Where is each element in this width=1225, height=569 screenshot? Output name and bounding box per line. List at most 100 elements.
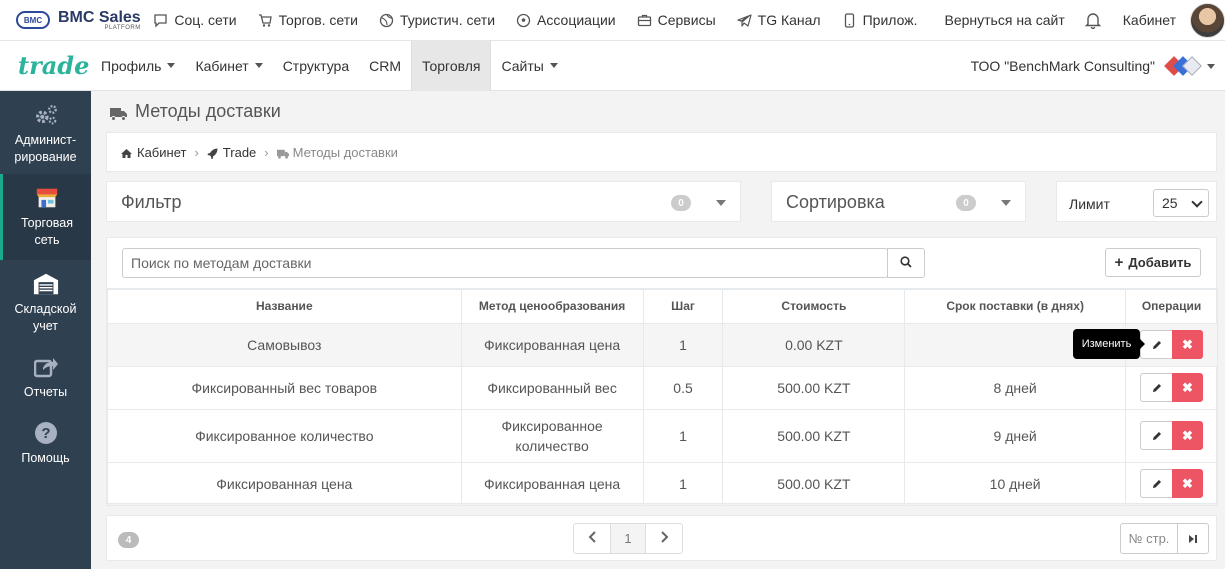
delete-button[interactable]: ✖ (1172, 469, 1203, 498)
sidebar-item-warehouse[interactable]: Складской учет (0, 265, 91, 341)
cabinet-link[interactable]: Кабинет (1123, 12, 1176, 28)
svg-text:?: ? (41, 425, 50, 442)
nav-cabinet[interactable]: Кабинет (185, 41, 272, 91)
avatar[interactable] (1190, 2, 1225, 38)
delivery-methods-table: Название Метод ценообразования Шаг Стоим… (107, 288, 1218, 506)
nav-profile[interactable]: Профиль (91, 41, 185, 91)
sidebar-item-label: Админист- рирование (14, 133, 77, 164)
page-number-button[interactable]: 1 (610, 523, 646, 554)
edit-tooltip: Изменить (1073, 329, 1145, 359)
filter-panel[interactable]: Фильтр 0 (106, 181, 741, 222)
add-button[interactable]: + Добавить (1105, 248, 1201, 277)
sidebar-item-help[interactable]: ? Помощь (0, 413, 91, 473)
sort-count-badge: 0 (956, 195, 976, 211)
sidebar-item-trade[interactable]: Торговая сеть (0, 174, 91, 260)
nav-label: CRM (369, 57, 401, 74)
limit-panel: Лимит 25 (1056, 181, 1217, 222)
cell-name: Фиксированное количество (107, 408, 462, 463)
col-header-cost[interactable]: Стоимость (722, 288, 906, 324)
back-to-site-link[interactable]: Вернуться на сайт (945, 12, 1065, 28)
sidebar-item-label: Торговая сеть (20, 216, 74, 247)
top-nav: Соц. сети Торгов. сети Туристич. сети Ас… (153, 12, 938, 28)
brand-logo[interactable]: trade (0, 51, 91, 80)
pagination-panel: 4 1 № стр. (106, 515, 1217, 561)
home-icon (121, 147, 132, 158)
topnav-social[interactable]: Соц. сети (153, 12, 237, 28)
delete-button[interactable]: ✖ (1172, 373, 1203, 402)
chevron-right-icon (660, 531, 669, 546)
topnav-associations[interactable]: Ассоциации (516, 12, 616, 28)
cell-step: 0.5 (642, 365, 724, 410)
cell-name: Фиксированная цена (107, 461, 462, 506)
sidebar-item-admin[interactable]: Админист- рирование (0, 99, 91, 169)
caret-down-icon (549, 63, 558, 68)
pencil-icon (1152, 428, 1162, 444)
topnav-telegram[interactable]: TG Канал (737, 12, 821, 28)
close-icon: ✖ (1182, 379, 1193, 395)
nav-trade[interactable]: Торговля (411, 40, 492, 91)
topnav-services[interactable]: Сервисы (637, 12, 716, 28)
col-header-method[interactable]: Метод ценообразования (460, 288, 644, 324)
limit-select[interactable]: 25 (1153, 189, 1209, 217)
table-row[interactable]: Фиксированный вес товаров Фиксированный … (107, 365, 1218, 410)
bell-icon[interactable] (1084, 11, 1101, 30)
prev-page-button[interactable] (573, 523, 611, 554)
sort-panel[interactable]: Сортировка 0 (771, 181, 1026, 222)
topnav-label: Торгов. сети (278, 12, 358, 28)
close-icon: ✖ (1182, 475, 1193, 491)
search-input[interactable]: Поиск по методам доставки (122, 248, 888, 278)
search-button[interactable] (887, 248, 925, 278)
chat-icon (153, 13, 168, 28)
cell-operations: ✖ (1125, 461, 1218, 506)
nav-sites[interactable]: Сайты (491, 41, 567, 91)
table-row[interactable]: Фиксированная цена Фиксированная цена 1 … (107, 461, 1218, 506)
page-number-input[interactable]: № стр. (1120, 523, 1178, 554)
truck-icon (110, 105, 127, 121)
warehouse-icon (33, 271, 59, 297)
topnav-apps[interactable]: Прилож. (842, 12, 918, 28)
edit-button[interactable] (1140, 469, 1173, 498)
sidebar-item-label: Помощь (21, 450, 70, 465)
caret-down-icon[interactable] (1001, 200, 1011, 206)
caret-down-icon[interactable] (716, 200, 726, 206)
sidebar-item-reports[interactable]: Отчеты (0, 347, 91, 407)
col-header-name[interactable]: Название (107, 288, 462, 324)
go-to-page-button[interactable] (1177, 523, 1209, 554)
logo-name: BMC Sales (58, 8, 141, 26)
caret-down-icon (167, 63, 176, 68)
search-placeholder: Поиск по методам доставки (131, 255, 312, 271)
cell-days: 8 дней (904, 365, 1127, 410)
page-title-text: Методы доставки (135, 101, 281, 121)
company-logo-icon (1164, 55, 1202, 77)
close-icon: ✖ (1182, 336, 1193, 352)
cell-cost: 0.00 KZT (722, 322, 906, 367)
edit-button[interactable] (1140, 421, 1173, 450)
delete-button[interactable]: ✖ (1172, 421, 1203, 450)
table-row[interactable]: Самовывоз Фиксированная цена 1 0.00 KZT … (107, 322, 1218, 367)
table-row[interactable]: Фиксированное количество Фиксированное к… (107, 408, 1218, 463)
nav-label: Кабинет (195, 57, 249, 74)
next-page-button[interactable] (645, 523, 683, 554)
step-forward-icon (1188, 531, 1198, 547)
rocket-icon (207, 147, 218, 159)
col-header-operations: Операции (1125, 288, 1218, 324)
page-title: Методы доставки (110, 101, 281, 122)
bmc-logo[interactable]: BMC BMC Sales PLATFORM (16, 8, 153, 31)
share-icon (33, 354, 59, 380)
edit-button[interactable] (1140, 373, 1173, 402)
topnav-trade[interactable]: Торгов. сети (258, 12, 358, 28)
company-name: ТОО "BenchMark Consulting" (970, 58, 1155, 74)
cell-name: Фиксированный вес товаров (107, 365, 462, 410)
nav-crm[interactable]: CRM (359, 41, 411, 91)
nav-structure[interactable]: Структура (273, 41, 359, 91)
breadcrumb-separator: › (194, 144, 199, 160)
delete-button[interactable]: ✖ (1172, 330, 1203, 359)
add-button-label: Добавить (1128, 255, 1192, 270)
company-selector[interactable]: ТОО "BenchMark Consulting" (971, 41, 1215, 91)
breadcrumb-cabinet[interactable]: Кабинет (137, 145, 186, 160)
col-header-days[interactable]: Срок поставки (в днях) (904, 288, 1127, 324)
topnav-tourism[interactable]: Туристич. сети (379, 12, 495, 28)
col-header-step[interactable]: Шаг (642, 288, 724, 324)
cell-cost: 500.00 KZT (722, 408, 906, 463)
breadcrumb-trade[interactable]: Trade (223, 145, 256, 160)
